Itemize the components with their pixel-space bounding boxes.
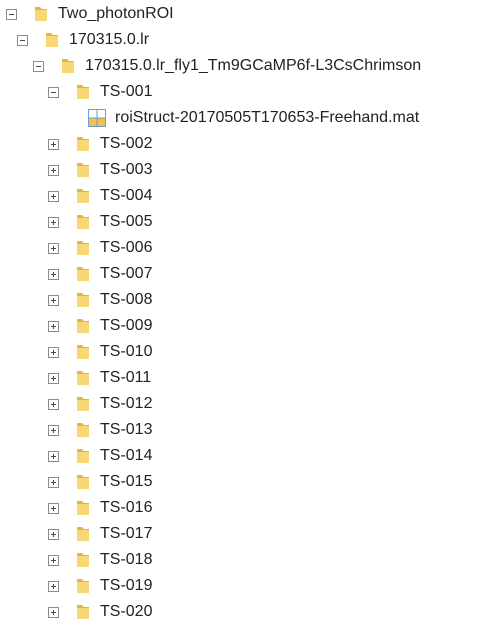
- tree-node-ts-folder[interactable]: TS-019: [48, 573, 152, 599]
- tree-node-label: TS-008: [100, 291, 153, 308]
- tree-node-label: TS-014: [100, 447, 153, 464]
- tree-node-ts-folder[interactable]: TS-002: [48, 131, 152, 157]
- tree-node-ts-folder[interactable]: TS-015: [48, 469, 152, 495]
- folder-icon: [35, 7, 47, 21]
- tree-node-label: TS-006: [100, 239, 153, 256]
- tree-node-ts-folder[interactable]: TS-013: [48, 417, 152, 443]
- expand-toggle-icon[interactable]: [48, 372, 59, 384]
- collapse-toggle-icon[interactable]: [17, 34, 28, 46]
- tree-node-ts-folder[interactable]: TS-009: [48, 313, 152, 339]
- expand-toggle-icon[interactable]: [48, 502, 59, 514]
- tree-node-ts-folder[interactable]: TS-003: [48, 157, 152, 183]
- expand-toggle-icon[interactable]: [48, 242, 59, 254]
- tree-node-ts-folder[interactable]: TS-006: [48, 235, 152, 261]
- expand-toggle-icon[interactable]: [48, 528, 59, 540]
- tree-node-fly-folder[interactable]: 170315.0.lr_fly1_Tm9GCaMP6f-L3CsChrimson: [33, 53, 421, 79]
- tree-node-label: Two_photonROI: [58, 5, 174, 22]
- tree-node-ts-folder[interactable]: TS-011: [48, 365, 151, 391]
- expand-toggle-icon[interactable]: [48, 554, 59, 566]
- tree-node-label: TS-015: [100, 473, 153, 490]
- tree-node-label: TS-005: [100, 213, 153, 230]
- tree-node-label: TS-007: [100, 265, 153, 282]
- tree-node-ts-folder[interactable]: TS-008: [48, 287, 152, 313]
- expand-toggle-icon[interactable]: [48, 580, 59, 592]
- mat-file-icon: [88, 109, 106, 127]
- folder-icon: [77, 137, 89, 151]
- collapse-toggle-icon[interactable]: [48, 86, 59, 98]
- folder-icon: [77, 267, 89, 281]
- folder-icon: [77, 371, 89, 385]
- folder-icon: [46, 33, 58, 47]
- tree-node-label: TS-016: [100, 499, 153, 516]
- expand-toggle-icon[interactable]: [48, 398, 59, 410]
- tree-node-label: TS-010: [100, 343, 153, 360]
- folder-icon: [77, 345, 89, 359]
- tree-node-label: TS-003: [100, 161, 153, 178]
- tree-node-roi-file[interactable]: roiStruct-20170505T170653-Freehand.mat: [87, 105, 419, 131]
- folder-icon: [77, 163, 89, 177]
- tree-node-label: TS-013: [100, 421, 153, 438]
- folder-icon: [77, 241, 89, 255]
- folder-icon: [77, 605, 89, 619]
- folder-icon: [77, 501, 89, 515]
- tree-node-ts-folder[interactable]: TS-005: [48, 209, 152, 235]
- tree-node-label: 170315.0.lr_fly1_Tm9GCaMP6f-L3CsChrimson: [85, 57, 422, 74]
- tree-node-ts-folder[interactable]: TS-014: [48, 443, 152, 469]
- expand-toggle-icon[interactable]: [48, 450, 59, 462]
- expand-toggle-icon[interactable]: [48, 320, 59, 332]
- folder-icon: [77, 553, 89, 567]
- folder-icon: [62, 59, 74, 73]
- expand-toggle-icon[interactable]: [48, 424, 59, 436]
- expand-toggle-icon[interactable]: [48, 268, 59, 280]
- tree-node-label: TS-009: [100, 317, 153, 334]
- tree-node-label: TS-001: [100, 83, 153, 100]
- tree-node-ts-folder[interactable]: TS-016: [48, 495, 152, 521]
- tree-node-label: TS-018: [100, 551, 153, 568]
- expand-toggle-icon[interactable]: [48, 138, 59, 150]
- tree-node-label: TS-012: [100, 395, 153, 412]
- expand-toggle-icon[interactable]: [48, 164, 59, 176]
- expand-toggle-icon[interactable]: [48, 476, 59, 488]
- tree-node-label: roiStruct-20170505T170653-Freehand.mat: [115, 109, 420, 126]
- folder-icon: [77, 293, 89, 307]
- collapse-toggle-icon[interactable]: [33, 60, 44, 72]
- tree-node-ts-folder[interactable]: TS-004: [48, 183, 152, 209]
- tree-node-ts-folder[interactable]: TS-018: [48, 547, 152, 573]
- expand-toggle-icon[interactable]: [48, 190, 59, 202]
- tree-node-label: TS-020: [100, 603, 153, 620]
- folder-icon: [77, 215, 89, 229]
- tree-node-ts-folder[interactable]: TS-020: [48, 599, 152, 625]
- folder-icon: [77, 189, 89, 203]
- tree-node-label: 170315.0.lr: [69, 31, 150, 48]
- folder-icon: [77, 397, 89, 411]
- tree-node-date-folder[interactable]: 170315.0.lr: [17, 27, 149, 53]
- tree-node-label: TS-002: [100, 135, 153, 152]
- tree-node-ts-001[interactable]: TS-001: [48, 79, 152, 105]
- folder-tree: Two_photonROI 170315.0.lr 170315.0.lr_fl…: [0, 0, 491, 625]
- tree-node-label: TS-019: [100, 577, 153, 594]
- expand-toggle-icon[interactable]: [48, 294, 59, 306]
- folder-icon: [77, 319, 89, 333]
- tree-node-label: TS-004: [100, 187, 153, 204]
- tree-node-label: TS-017: [100, 525, 153, 542]
- folder-icon: [77, 85, 89, 99]
- folder-icon: [77, 449, 89, 463]
- folder-icon: [77, 527, 89, 541]
- folder-icon: [77, 579, 89, 593]
- folder-icon: [77, 423, 89, 437]
- expand-toggle-icon[interactable]: [48, 346, 59, 358]
- expand-toggle-icon[interactable]: [48, 216, 59, 228]
- tree-node-ts-folder[interactable]: TS-010: [48, 339, 152, 365]
- tree-node-label: TS-011: [100, 369, 152, 386]
- folder-icon: [77, 475, 89, 489]
- expand-toggle-icon[interactable]: [48, 606, 59, 618]
- tree-node-ts-folder[interactable]: TS-007: [48, 261, 152, 287]
- tree-node-ts-folder[interactable]: TS-012: [48, 391, 152, 417]
- tree-node-ts-folder[interactable]: TS-017: [48, 521, 152, 547]
- collapse-toggle-icon[interactable]: [6, 8, 17, 20]
- tree-node-root[interactable]: Two_photonROI: [6, 1, 174, 27]
